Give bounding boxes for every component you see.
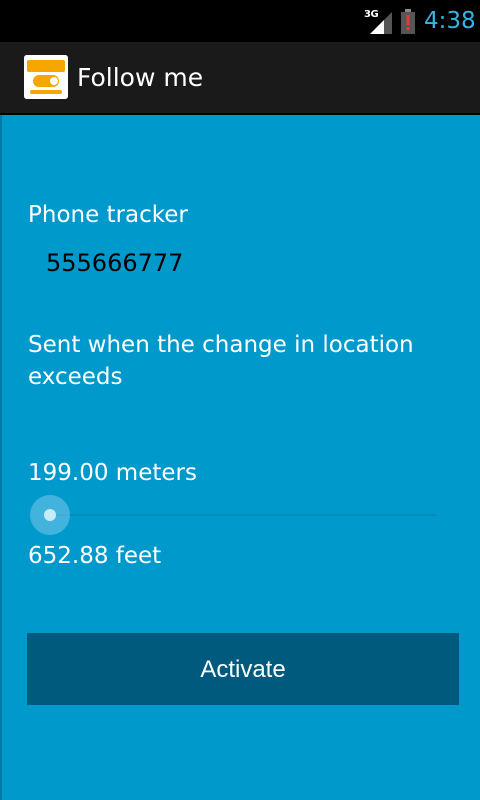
distance-slider[interactable] — [28, 493, 436, 537]
screen: 3G 4:38 Follow me Phone tracker 55566677 — [0, 0, 480, 800]
phone-tracker-label: Phone tracker — [28, 202, 188, 228]
phone-number-field[interactable]: 555666777 — [46, 247, 183, 279]
app-title: Follow me — [77, 63, 204, 92]
left-edge-divider — [0, 113, 2, 800]
action-bar: Follow me — [0, 42, 480, 115]
battery-alert-icon — [401, 9, 415, 34]
clock: 4:38 — [424, 8, 476, 34]
activate-button[interactable]: Activate — [27, 633, 459, 705]
distance-feet-label: 652.88 feet — [28, 543, 162, 569]
signal-icon — [370, 12, 392, 34]
distance-meters-label: 199.00 meters — [28, 460, 197, 486]
threshold-description: Sent when the change in location exceeds — [28, 332, 414, 390]
status-bar: 3G 4:38 — [0, 0, 480, 42]
slider-thumb[interactable] — [44, 509, 56, 521]
slider-track[interactable] — [50, 514, 436, 516]
follow-me-logo-icon[interactable] — [24, 55, 68, 99]
